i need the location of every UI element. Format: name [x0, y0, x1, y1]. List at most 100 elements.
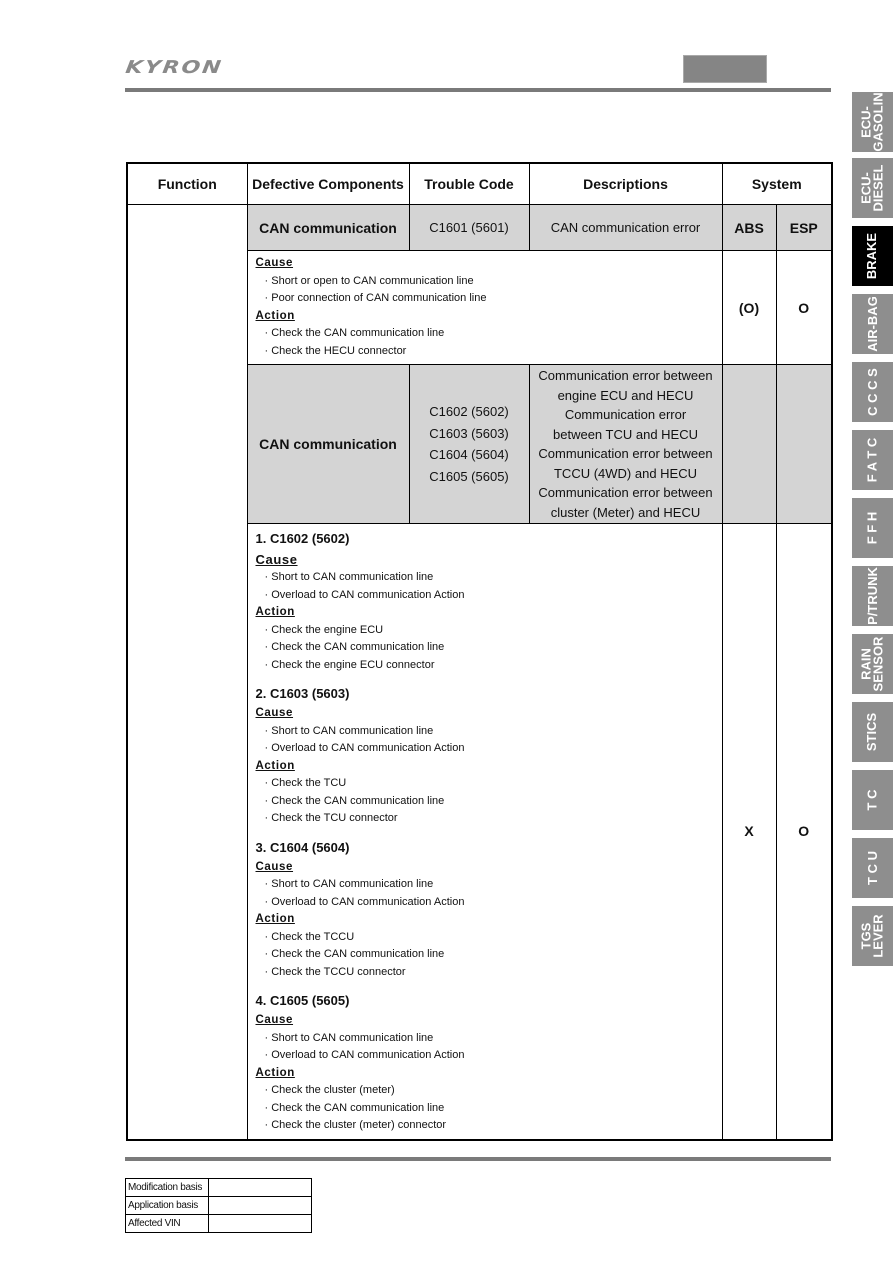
side-tab[interactable]: ECU- DIESEL: [852, 158, 893, 218]
cause-label: Cause: [255, 860, 294, 873]
description-line: cluster (Meter) and HECU: [550, 504, 701, 520]
esp-empty-cell: [775, 364, 833, 524]
side-tab-label: BRAKE: [864, 232, 880, 280]
code-section: 4. C1605 (5605) Cause · Short to CAN commu…: [256, 990, 722, 1135]
action-item: · Check the engine ECU connector: [264, 658, 435, 671]
side-tab[interactable]: AIR-BAG: [852, 294, 893, 354]
side-tab[interactable]: C C C S: [852, 362, 893, 422]
action-item: · Check the CAN communication line: [264, 794, 445, 807]
footer-row: Application basis: [125, 1196, 312, 1215]
footer-value: [208, 1178, 312, 1197]
side-tab-label: STICS: [864, 712, 880, 752]
cause-item: · Short to CAN communication line: [264, 571, 434, 583]
footer-row: Affected VIN: [125, 1214, 312, 1233]
cause-label: Cause: [255, 1014, 294, 1026]
code-section: 2. C1603 (5603) Cause · Short to CAN commu…: [256, 683, 722, 837]
action-item: · Check the CAN communication line: [264, 948, 445, 960]
header-components: Defective Components: [246, 162, 410, 205]
side-tab[interactable]: BRAKE: [852, 226, 893, 286]
code-section: 1. C1602 (5602) Cause · Short to CAN commu…: [256, 528, 722, 683]
trouble-code-cell: C1602 (5602) C1603 (5603) C1604 (5604) C…: [408, 364, 530, 524]
description-line: Communication error: [564, 407, 687, 422]
code-section: 3. C1604 (5604) Cause · Short to CAN commu…: [256, 837, 722, 991]
side-tab-label: TGS LEVER: [858, 914, 886, 958]
abs-value: X: [721, 523, 777, 1140]
description-line: between TCU and HECU: [553, 426, 698, 442]
detail-cell: Cause · Short or open to CAN communicati…: [246, 250, 723, 365]
action-label: Action: [255, 1066, 295, 1079]
action-label: Action: [255, 309, 295, 322]
header-function: Function: [126, 162, 248, 205]
table-header-row: Function Defective Components Trouble Co…: [126, 162, 833, 205]
description-line: TCCU (4WD) and HECU: [553, 465, 697, 481]
description-line: Communication error between: [538, 446, 713, 461]
action-item: · Check the HECU connector: [264, 344, 407, 357]
description-line: Communication error between: [538, 485, 713, 500]
side-tab[interactable]: T C U: [852, 838, 893, 898]
trouble-code: C1604 (5604): [429, 447, 509, 462]
trouble-code: C1605 (5605): [429, 468, 509, 484]
cause-item: · Short or open to CAN communication lin…: [264, 274, 474, 287]
action-item: · Check the TCCU: [264, 930, 355, 943]
footer-divider: [125, 1157, 831, 1161]
footer-row: Modification basis: [125, 1178, 312, 1197]
side-tab-label: ECU- GASOLIN: [858, 92, 886, 152]
description-cell: Communication error between engine ECU a…: [528, 364, 723, 524]
section-title: 2. C1603 (5603): [255, 686, 350, 701]
footer-label: Modification basis: [125, 1178, 209, 1197]
side-tab-label: C C C S: [864, 368, 880, 416]
section-title: 3. C1604 (5604): [255, 839, 350, 855]
side-tab[interactable]: ECU- GASOLIN: [852, 92, 893, 152]
side-tab-label: RAIN SENSOR: [858, 636, 886, 692]
side-tab[interactable]: RAIN SENSOR: [852, 634, 893, 694]
cause-label: Cause: [255, 707, 294, 719]
side-tab[interactable]: T C: [852, 770, 893, 830]
description-line: Communication error between: [538, 368, 713, 383]
section-title: 1. C1602 (5602): [255, 531, 350, 546]
action-item: · Check the cluster (meter) connector: [264, 1119, 447, 1131]
component-cell: CAN communication: [246, 204, 410, 251]
side-tab[interactable]: TGS LEVER: [852, 906, 893, 966]
modification-table: Modification basis Application basis Aff…: [125, 1178, 312, 1233]
cause-item: · Short to CAN communication line: [264, 724, 434, 737]
side-tab-label: F F H: [864, 511, 880, 545]
brand-logo: KYRON: [124, 58, 225, 78]
side-tab-label: T C U: [864, 851, 880, 885]
footer-value: [208, 1196, 312, 1215]
action-item: · Check the CAN communication line: [264, 1101, 445, 1114]
side-tab[interactable]: F F H: [852, 498, 893, 558]
header-descriptions: Descriptions: [528, 162, 723, 205]
side-tab[interactable]: P/TRUNK: [852, 566, 893, 626]
action-item: · Check the cluster (meter): [264, 1084, 395, 1096]
action-item: · Check the engine ECU: [264, 623, 384, 636]
side-tab[interactable]: STICS: [852, 702, 893, 762]
cause-item: · Overload to CAN communication Action: [264, 588, 465, 601]
trouble-code-table: Function Defective Components Trouble Co…: [126, 162, 833, 1141]
action-item: · Check the CAN communication line: [264, 327, 445, 339]
action-label: Action: [255, 913, 295, 925]
component-cell: CAN communication: [246, 364, 410, 524]
trouble-code-cell: C1601 (5601): [408, 204, 530, 251]
system-abs-header: ABS: [721, 204, 777, 251]
side-tab-label: AIR-BAG: [864, 296, 880, 352]
function-cell: [126, 204, 248, 1140]
system-esp-header: ESP: [775, 204, 833, 251]
trouble-code: C1602 (5602): [429, 404, 509, 419]
esp-value: O: [775, 523, 833, 1140]
description-line: engine ECU and HECU: [557, 387, 694, 403]
side-tab-label: F A T C: [864, 437, 880, 483]
header-trouble-code: Trouble Code: [408, 162, 530, 205]
cause-item: · Overload to CAN communication Action: [264, 742, 465, 754]
cause-item: · Overload to CAN communication Action: [264, 1049, 465, 1061]
side-tab[interactable]: F A T C: [852, 430, 893, 490]
cause-item: · Overload to CAN communication Action: [264, 895, 465, 908]
cause-item: · Short to CAN communication line: [264, 878, 434, 890]
cause-item: · Poor connection of CAN communication l…: [264, 292, 487, 304]
footer-label: Affected VIN: [125, 1214, 209, 1233]
cause-label: Cause: [255, 552, 298, 567]
action-item: · Check the TCCU connector: [264, 965, 406, 978]
header-system: System: [721, 162, 833, 205]
footer-value: [208, 1214, 312, 1233]
